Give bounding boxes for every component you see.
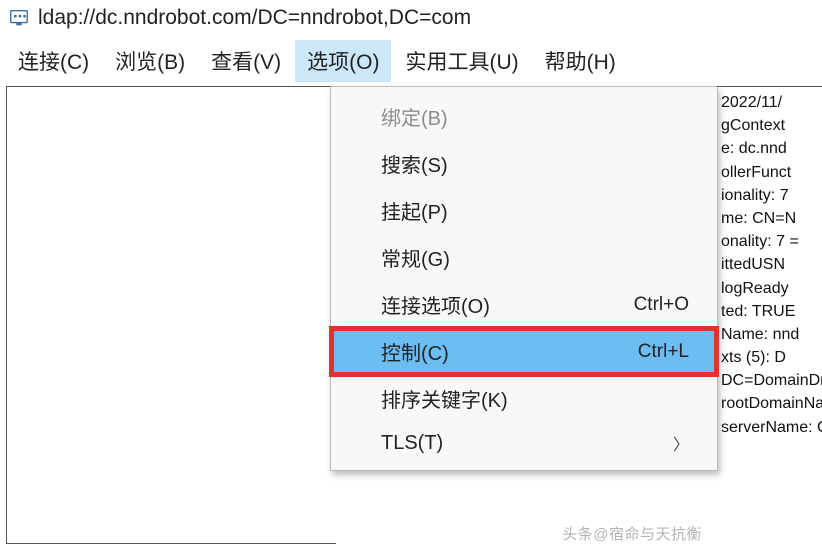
details-line: logReady (721, 277, 822, 300)
details-line: e: dc.nnd (721, 137, 822, 160)
details-line: ionality: 7 (721, 184, 822, 207)
title-bar: ldap://dc.nndrobot.com/DC=nndrobot,DC=co… (0, 0, 822, 36)
details-line: rootDomainNamingCo (721, 392, 822, 415)
dropdown-suspend[interactable]: 挂起(P) (331, 187, 717, 234)
options-dropdown: 绑定(B) 搜索(S) 挂起(P) 常规(G) 连接选项(O) Ctrl+O 控… (330, 86, 718, 471)
dropdown-suspend-label: 挂起(P) (381, 196, 448, 225)
ldap-app-icon (8, 7, 30, 29)
dropdown-control-label: 控制(C) (381, 337, 449, 366)
menu-bar: 连接(C) 浏览(B) 查看(V) 选项(O) 实用工具(U) 帮助(H) (0, 36, 822, 86)
window-title: ldap://dc.nndrobot.com/DC=nndrobot,DC=co… (38, 6, 471, 30)
details-line: ted: TRUE (721, 300, 822, 323)
details-line: DC=DomainDnsZo (721, 369, 822, 392)
dropdown-control[interactable]: 控制(C) Ctrl+L (331, 328, 717, 375)
menu-browse[interactable]: 浏览(B) (103, 40, 197, 82)
dropdown-connection-options-label: 连接选项(O) (381, 290, 490, 319)
menu-help[interactable]: 帮助(H) (533, 40, 628, 82)
dropdown-sort-keywords-label: 排序关键字(K) (381, 384, 508, 413)
dropdown-tls-label: TLS(T) (381, 432, 443, 455)
dropdown-tls[interactable]: TLS(T) 〉 (331, 422, 717, 464)
dropdown-connection-options-shortcut: Ctrl+O (634, 294, 689, 316)
menu-connect[interactable]: 连接(C) (6, 40, 101, 82)
details-line: gContext (721, 114, 822, 137)
tree-pane[interactable] (6, 86, 336, 544)
details-line: onality: 7 = (721, 230, 822, 253)
dropdown-bind-label: 绑定(B) (381, 102, 448, 131)
details-line: me: CN=N (721, 207, 822, 230)
dropdown-search-label: 搜索(S) (381, 149, 448, 178)
watermark: 头条@宿命与天抗衡 (562, 523, 702, 544)
chevron-right-icon: 〉 (673, 431, 689, 455)
details-pane[interactable]: 2022/11/ gContext e: dc.nnd ollerFunct i… (717, 86, 822, 439)
menu-view[interactable]: 查看(V) (199, 40, 293, 82)
details-line: serverName: CN=DC,C (721, 416, 822, 439)
details-line: ollerFunct (721, 161, 822, 184)
details-line: Name: nnd (721, 323, 822, 346)
dropdown-search[interactable]: 搜索(S) (331, 140, 717, 187)
dropdown-connection-options[interactable]: 连接选项(O) Ctrl+O (331, 281, 717, 328)
dropdown-sort-keywords[interactable]: 排序关键字(K) (331, 375, 717, 422)
menu-options[interactable]: 选项(O) (295, 40, 391, 82)
details-line: 2022/11/ (721, 91, 822, 114)
dropdown-general[interactable]: 常规(G) (331, 234, 717, 281)
content-area: 绑定(B) 搜索(S) 挂起(P) 常规(G) 连接选项(O) Ctrl+O 控… (0, 86, 822, 544)
details-line: ittedUSN (721, 253, 822, 276)
dropdown-bind: 绑定(B) (331, 93, 717, 140)
dropdown-general-label: 常规(G) (381, 243, 450, 272)
details-line: xts (5): D (721, 346, 822, 369)
menu-tools[interactable]: 实用工具(U) (393, 40, 530, 82)
dropdown-control-shortcut: Ctrl+L (638, 341, 689, 363)
